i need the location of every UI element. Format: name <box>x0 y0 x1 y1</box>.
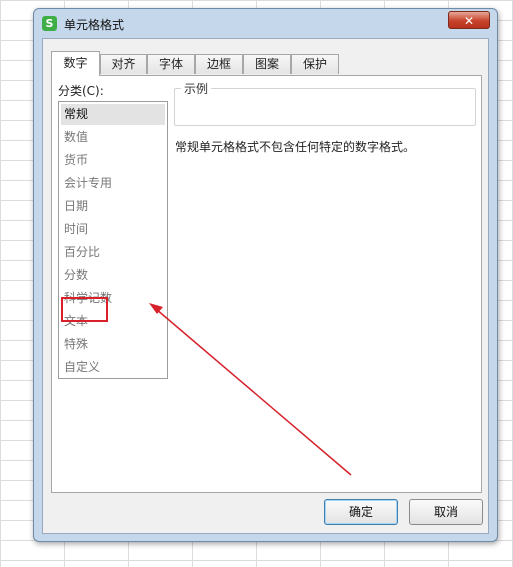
cancel-button[interactable]: 取消 <box>409 499 483 525</box>
format-description: 常规单元格格式不包含任何特定的数字格式。 <box>175 140 416 154</box>
category-item-currency[interactable]: 货币 <box>61 150 165 171</box>
category-item-number[interactable]: 数值 <box>61 127 165 148</box>
category-item-fraction[interactable]: 分数 <box>61 265 165 286</box>
sample-legend: 示例 <box>181 80 212 97</box>
tab-alignment[interactable]: 对齐 <box>100 54 147 74</box>
tab-protection[interactable]: 保护 <box>291 54 339 74</box>
category-item-general[interactable]: 常规 <box>61 104 165 125</box>
tab-font[interactable]: 字体 <box>147 54 195 74</box>
category-item-scientific[interactable]: 科学记数 <box>61 288 165 309</box>
dialog-title: 单元格格式 <box>64 18 125 32</box>
tab-border[interactable]: 边框 <box>195 54 243 74</box>
tab-pattern[interactable]: 图案 <box>243 54 291 74</box>
close-button[interactable]: ✕ <box>448 11 490 29</box>
number-tab-panel: 分类(C): 常规 数值 货币 会计专用 日期 时间 百分比 分数 科学记数 文… <box>51 75 482 493</box>
title-bar[interactable]: S 单元格格式 ✕ <box>34 9 497 37</box>
category-label: 分类(C): <box>58 84 104 98</box>
category-item-percentage[interactable]: 百分比 <box>61 242 165 263</box>
sample-group: 示例 <box>174 80 476 126</box>
category-list[interactable]: 常规 数值 货币 会计专用 日期 时间 百分比 分数 科学记数 文本 特殊 自定… <box>58 101 168 379</box>
close-icon: ✕ <box>463 14 475 28</box>
category-item-date[interactable]: 日期 <box>61 196 165 217</box>
dialog-body: 数字 对齐 字体 边框 图案 保护 分类(C): 常规 数值 货币 会计专用 日… <box>42 38 489 534</box>
tab-number[interactable]: 数字 <box>51 51 100 76</box>
app-logo-icon: S <box>42 16 57 31</box>
format-cells-dialog: S 单元格格式 ✕ 数字 对齐 字体 边框 图案 保护 分类(C): 常规 数值… <box>33 8 498 542</box>
category-item-special[interactable]: 特殊 <box>61 334 165 355</box>
category-item-text[interactable]: 文本 <box>61 311 165 332</box>
category-item-custom[interactable]: 自定义 <box>61 357 165 378</box>
category-item-accounting[interactable]: 会计专用 <box>61 173 165 194</box>
ok-button[interactable]: 确定 <box>324 499 398 525</box>
category-item-time[interactable]: 时间 <box>61 219 165 240</box>
